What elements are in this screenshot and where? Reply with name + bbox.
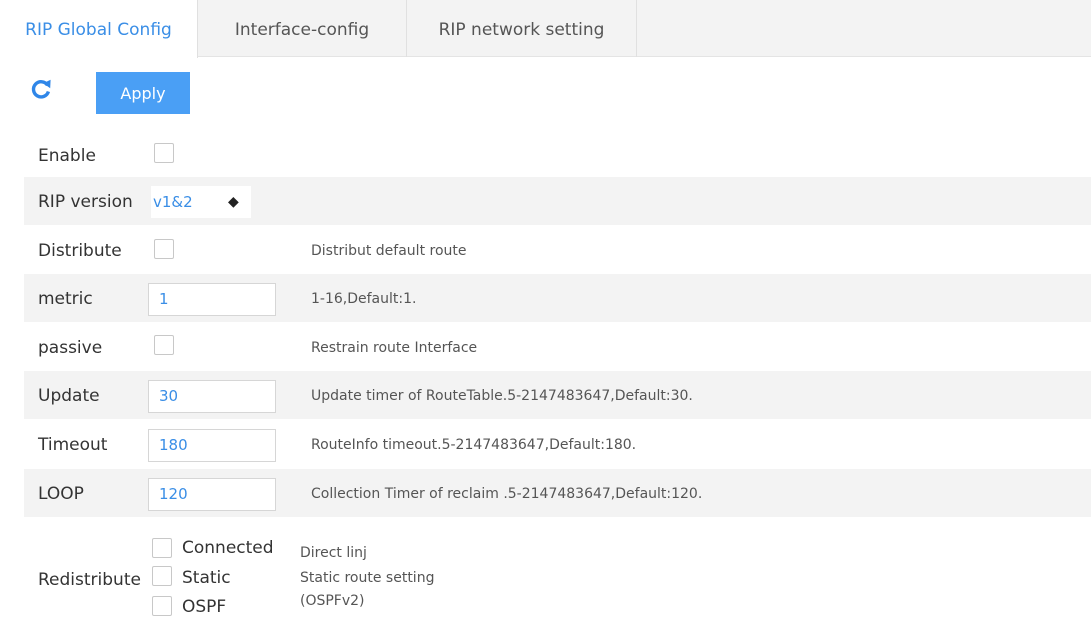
tab-rip-network-setting[interactable]: RIP network setting xyxy=(407,0,637,57)
passive-checkbox[interactable] xyxy=(154,335,174,355)
timeout-input[interactable]: 180 xyxy=(148,429,276,462)
timeout-label: Timeout xyxy=(38,435,108,455)
redistribute-static-hint: Static route setting xyxy=(300,570,435,586)
redistribute-ospf-label: OSPF xyxy=(182,597,227,617)
distribute-hint: Distribut default route xyxy=(311,243,467,259)
row-loop: LOOP 120 Collection Timer of reclaim .5-… xyxy=(24,469,1091,517)
redistribute-ospf-hint: (OSPFv2) xyxy=(300,593,365,609)
redistribute-static-label: Static xyxy=(182,568,231,588)
enable-label: Enable xyxy=(38,146,96,166)
timeout-hint: RouteInfo timeout.5-2147483647,Default:1… xyxy=(311,437,637,453)
rip-version-select[interactable]: v1&2 ◆ xyxy=(151,186,251,218)
update-label: Update xyxy=(38,386,100,406)
row-timeout: Timeout 180 RouteInfo timeout.5-21474836… xyxy=(24,420,1091,468)
redistribute-ospf-checkbox[interactable] xyxy=(152,596,172,616)
row-passive: passive Restrain route Interface xyxy=(24,323,1091,371)
metric-input[interactable]: 1 xyxy=(148,283,276,316)
update-input[interactable]: 30 xyxy=(148,380,276,413)
tab-bar: RIP Global Config Interface-config RIP n… xyxy=(0,0,1091,58)
redistribute-connected-checkbox[interactable] xyxy=(152,538,172,558)
loop-input[interactable]: 120 xyxy=(148,478,276,511)
tab-interface-config[interactable]: Interface-config xyxy=(198,0,407,57)
rip-version-value: v1&2 xyxy=(153,193,193,211)
metric-hint: 1-16,Default:1. xyxy=(311,291,417,307)
row-enable: Enable xyxy=(24,131,1091,179)
apply-button[interactable]: Apply xyxy=(96,72,190,114)
distribute-label: Distribute xyxy=(38,241,122,261)
distribute-checkbox[interactable] xyxy=(154,239,174,259)
loop-hint: Collection Timer of reclaim .5-214748364… xyxy=(311,486,703,502)
enable-checkbox[interactable] xyxy=(154,143,174,163)
rip-version-label: RIP version xyxy=(38,192,133,212)
row-distribute: Distribute Distribut default route xyxy=(24,226,1091,274)
row-rip-version: RIP version v1&2 ◆ xyxy=(24,177,1091,225)
redistribute-label: Redistribute xyxy=(38,570,141,590)
row-update: Update 30 Update timer of RouteTable.5-2… xyxy=(24,371,1091,419)
tab-rip-global-config[interactable]: RIP Global Config xyxy=(0,0,198,58)
refresh-icon[interactable] xyxy=(30,78,52,100)
sort-caret-icon: ◆ xyxy=(228,194,239,210)
redistribute-static-checkbox[interactable] xyxy=(152,566,172,586)
metric-label: metric xyxy=(38,289,93,309)
passive-label: passive xyxy=(38,338,103,358)
update-hint: Update timer of RouteTable.5-2147483647,… xyxy=(311,388,693,404)
loop-label: LOOP xyxy=(38,484,84,504)
passive-hint: Restrain route Interface xyxy=(311,340,478,356)
redistribute-connected-hint: Direct linj xyxy=(300,545,367,561)
redistribute-connected-label: Connected xyxy=(182,538,274,558)
row-metric: metric 1 1-16,Default:1. xyxy=(24,274,1091,322)
